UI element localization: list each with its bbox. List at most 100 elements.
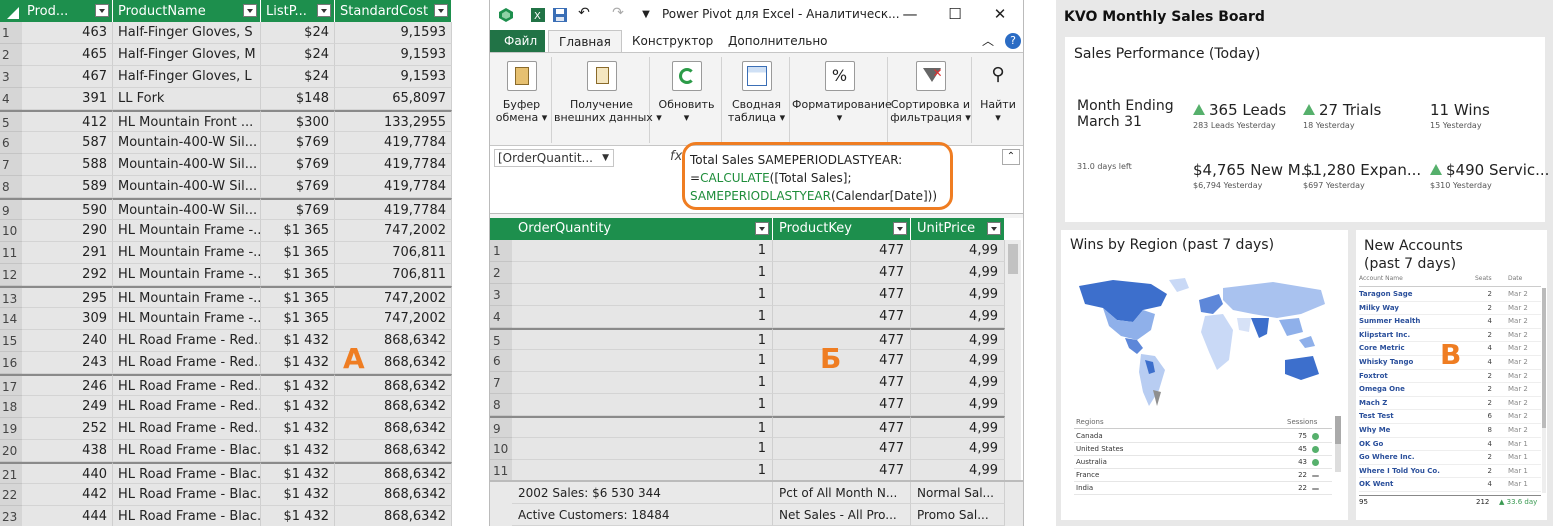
row-number[interactable]: 1 (490, 240, 512, 262)
cell-standardcost[interactable]: 868,6342 (335, 484, 452, 506)
row-number[interactable]: 11 (490, 460, 512, 482)
tab-advanced[interactable]: Дополнительно (718, 30, 838, 52)
cell-productname[interactable]: HL Road Frame - Blac... (113, 506, 261, 526)
collapse-ribbon-icon[interactable]: ︿ (978, 32, 998, 49)
cell-productkey[interactable]: 412 (22, 110, 113, 132)
table-row[interactable]: 10 1 477 4,99 (490, 438, 1005, 460)
cell-standardcost[interactable]: 747,2002 (335, 220, 452, 242)
account-row[interactable]: Taragon Sage 2 Mar 2 (1359, 288, 1541, 302)
row-number[interactable]: 16 (0, 352, 22, 374)
account-name-link[interactable]: Whisky Tango (1359, 356, 1413, 369)
row-number[interactable]: 10 (0, 220, 22, 242)
cell-productkey[interactable]: 477 (773, 438, 911, 460)
account-name-link[interactable]: Core Metric (1359, 342, 1405, 355)
cell-listprice[interactable]: $1 365 (261, 242, 335, 264)
cell-listprice[interactable]: $1 365 (261, 220, 335, 242)
cell-standardcost[interactable]: 868,6342 (335, 506, 452, 526)
cell-productname[interactable]: HL Road Frame - Blac... (113, 484, 261, 506)
column-header-productkey[interactable]: Prod... (22, 0, 113, 22)
row-number[interactable]: 8 (490, 394, 512, 416)
table-row[interactable]: 2 1 477 4,99 (490, 262, 1005, 284)
table-row[interactable]: 17 246 HL Road Frame - Red... $1 432 868,634… (0, 374, 452, 396)
cell-listprice[interactable]: $1 432 (261, 506, 335, 526)
table-row[interactable]: 7 1 477 4,99 (490, 372, 1005, 394)
cell-unitprice[interactable]: 4,99 (911, 438, 1005, 460)
tab-home[interactable]: Главная (548, 30, 622, 52)
table-row[interactable]: 2 465 Half-Finger Gloves, M $24 9,1593 (0, 44, 452, 66)
cell-productname[interactable]: HL Road Frame - Red... (113, 374, 261, 396)
close-icon[interactable]: ✕ (990, 5, 1010, 23)
cell-unitprice[interactable]: 4,99 (911, 416, 1005, 438)
filter-dropdown-icon[interactable] (987, 222, 1001, 235)
cell-standardcost[interactable]: 419,7784 (335, 198, 452, 220)
row-number[interactable]: 1 (0, 22, 22, 44)
table-row[interactable]: 4 391 LL Fork $148 65,8097 (0, 88, 452, 110)
cell-standardcost[interactable]: 419,7784 (335, 132, 452, 154)
cell-orderquantity[interactable]: 1 (512, 262, 773, 284)
row-number[interactable]: 17 (0, 374, 22, 396)
cell-standardcost[interactable]: 868,6342 (335, 440, 452, 462)
account-name-link[interactable]: Mach Z (1359, 397, 1387, 410)
cell-productkey[interactable]: 246 (22, 374, 113, 396)
cell-standardcost[interactable]: 65,8097 (335, 88, 452, 110)
cell-productname[interactable]: HL Mountain Frame -... (113, 242, 261, 264)
cell-productkey[interactable]: 292 (22, 264, 113, 286)
cell-listprice[interactable]: $1 432 (261, 462, 335, 484)
cell-listprice[interactable]: $1 432 (261, 418, 335, 440)
cell-standardcost[interactable]: 9,1593 (335, 22, 452, 44)
row-number[interactable]: 5 (490, 328, 512, 350)
row-number[interactable]: 7 (490, 372, 512, 394)
cell-productname[interactable]: HL Mountain Front ... (113, 110, 261, 132)
cell-listprice[interactable]: $148 (261, 88, 335, 110)
filter-dropdown-icon[interactable] (755, 222, 769, 235)
cell-productkey[interactable]: 589 (22, 176, 113, 198)
account-row[interactable]: Go Where Inc. 2 Mar 1 (1359, 451, 1541, 465)
vertical-scrollbar[interactable] (1005, 240, 1021, 480)
cell-orderquantity[interactable]: 1 (512, 284, 773, 306)
account-name-link[interactable]: Foxtrot (1359, 370, 1388, 383)
cell-standardcost[interactable]: 9,1593 (335, 44, 452, 66)
cell-productkey[interactable]: 463 (22, 22, 113, 44)
cell-productkey[interactable]: 477 (773, 460, 911, 482)
cell-productname[interactable]: LL Fork (113, 88, 261, 110)
save-icon[interactable] (552, 7, 568, 23)
cell-productname[interactable]: HL Road Frame - Red... (113, 330, 261, 352)
cell-listprice[interactable]: $769 (261, 132, 335, 154)
row-number[interactable]: 2 (490, 262, 512, 284)
cell-unitprice[interactable]: 4,99 (911, 262, 1005, 284)
cell-productkey[interactable]: 290 (22, 220, 113, 242)
table-row[interactable]: 3 1 477 4,99 (490, 284, 1005, 306)
row-number[interactable]: 6 (490, 350, 512, 372)
row-number[interactable]: 23 (0, 506, 22, 526)
cell-orderquantity[interactable]: 1 (512, 328, 773, 350)
row-number[interactable]: 21 (0, 462, 22, 484)
row-number[interactable]: 2 (0, 44, 22, 66)
cell-productkey[interactable]: 587 (22, 132, 113, 154)
filter-dropdown-icon[interactable] (243, 4, 257, 17)
table-row[interactable]: 1 463 Half-Finger Gloves, S $24 9,1593 (0, 22, 452, 44)
ribbon-button-formatting[interactable]: % Форматирование ▾ (792, 57, 892, 143)
cell-standardcost[interactable]: 133,2955 (335, 110, 452, 132)
expand-formula-icon[interactable]: ⌃ (1002, 149, 1020, 165)
table-row[interactable]: 16 243 HL Road Frame - Red... $1 432 868,634… (0, 352, 452, 374)
region-row[interactable]: India 22 (1074, 482, 1332, 495)
table-row[interactable]: 18 249 HL Road Frame - Red... $1 432 868,634… (0, 396, 452, 418)
ribbon-button-clipboard[interactable]: Буфер обмена ▾ (492, 57, 552, 143)
cell-orderquantity[interactable]: 1 (512, 416, 773, 438)
account-name-link[interactable]: OK Went (1359, 478, 1393, 491)
account-name-link[interactable]: Test Test (1359, 410, 1394, 423)
table-row[interactable]: 8 589 Mountain-400-W Sil... $769 419,7784 (0, 176, 452, 198)
row-number[interactable]: 3 (490, 284, 512, 306)
table-row[interactable]: 1 1 477 4,99 (490, 240, 1005, 262)
cell-productkey[interactable]: 249 (22, 396, 113, 418)
account-row[interactable]: Mach Z 2 Mar 2 (1359, 397, 1541, 411)
cell-standardcost[interactable]: 706,811 (335, 264, 452, 286)
cell-listprice[interactable]: $769 (261, 176, 335, 198)
cell-productname[interactable]: Half-Finger Gloves, M (113, 44, 261, 66)
cell-listprice[interactable]: $1 432 (261, 352, 335, 374)
table-row[interactable]: 6 587 Mountain-400-W Sil... $769 419,7784 (0, 132, 452, 154)
cell-standardcost[interactable]: 868,6342 (335, 462, 452, 484)
row-number[interactable]: 9 (0, 198, 22, 220)
cell-productkey[interactable]: 477 (773, 306, 911, 328)
table-row[interactable]: 14 309 HL Mountain Frame -... $1 365 747,200… (0, 308, 452, 330)
